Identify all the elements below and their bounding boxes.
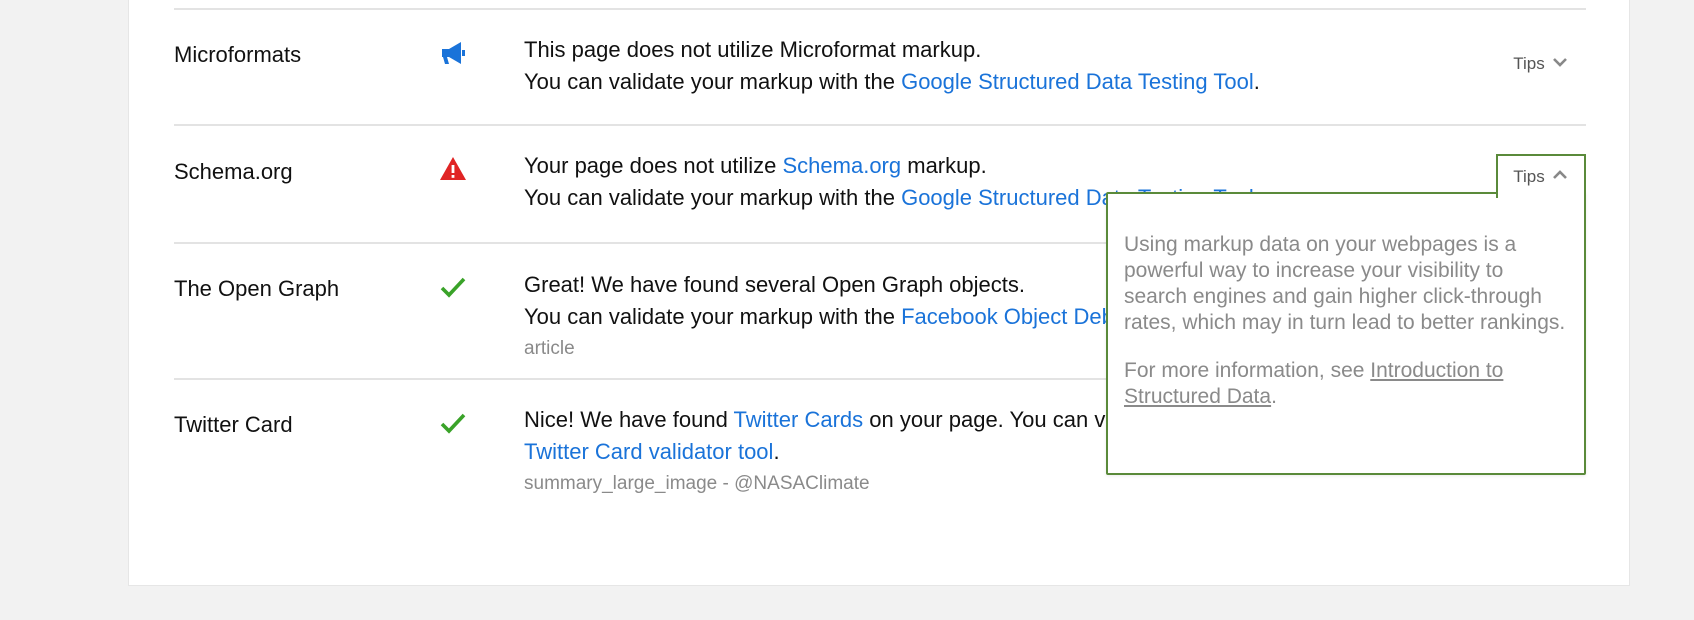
row-message: This page does not utilize Microformat m… [524, 34, 1260, 98]
row-line2: You can validate your markup with the Fa… [524, 304, 1175, 329]
popover-text: Using markup data on your webpages is a … [1124, 233, 1566, 334]
row-line1: This page does not utilize Microformat m… [524, 37, 982, 62]
row-line1: Great! We have found several Open Graph … [524, 272, 1025, 297]
row-microformats: Microformats This page does not utilize … [174, 8, 1586, 126]
row-title: Twitter Card [174, 412, 293, 437]
og-type-value: article [524, 338, 575, 359]
tips-button-microformats[interactable]: Tips [1496, 44, 1586, 84]
tips-label: Tips [1513, 54, 1545, 73]
tips-label: Tips [1513, 167, 1545, 186]
chevron-up-icon [1551, 166, 1569, 189]
popover-more-info: For more information, see Introduction t… [1124, 359, 1504, 408]
row-title: Schema.org [174, 159, 293, 184]
row-line2: You can validate your markup with the Go… [524, 69, 1260, 94]
twitter-validator-link[interactable]: Twitter Card validator tool [524, 439, 773, 464]
tips-popover: Using markup data on your webpages is a … [1106, 192, 1586, 475]
row-line1: Your page does not utilize Schema.org ma… [524, 153, 987, 178]
schema-org-link[interactable]: Schema.org [783, 153, 902, 178]
google-sdtt-link[interactable]: Google Structured Data Testing Tool [901, 69, 1254, 94]
megaphone-icon [438, 38, 468, 68]
warning-icon [438, 154, 468, 184]
row-message: Great! We have found several Open Graph … [524, 269, 1175, 365]
tips-button-schema[interactable]: Tips [1496, 154, 1586, 198]
check-icon [438, 272, 468, 302]
row-title: Microformats [174, 42, 302, 67]
check-icon [438, 408, 468, 438]
chevron-down-icon [1551, 53, 1569, 76]
twitter-cards-link[interactable]: Twitter Cards [734, 407, 864, 432]
row-title: The Open Graph [174, 276, 340, 301]
